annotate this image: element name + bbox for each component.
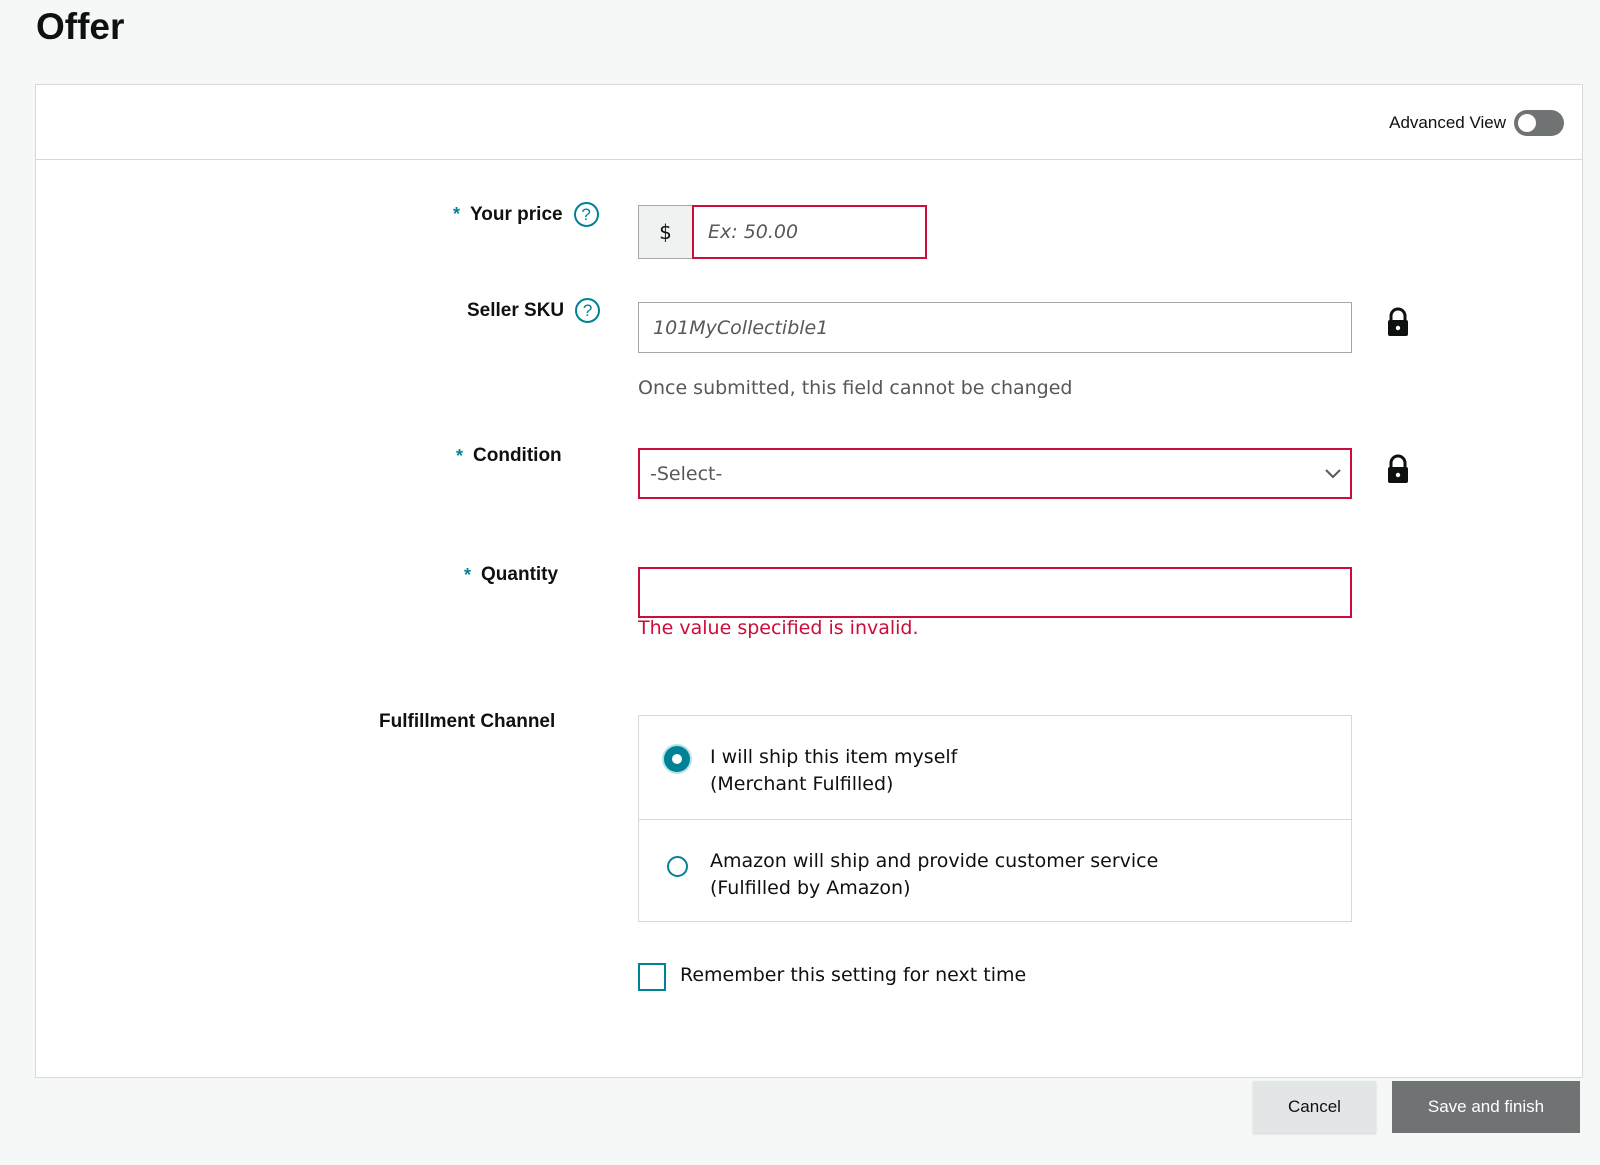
fulfillment-label-group: Fulfillment Channel: [379, 711, 555, 733]
fulfillment-option-merchant[interactable]: I will ship this item myself (Merchant F…: [639, 716, 1351, 819]
quantity-label: Quantity: [481, 564, 559, 585]
sku-hint: Once submitted, this field cannot be cha…: [638, 377, 1073, 399]
sku-input[interactable]: [638, 302, 1352, 353]
option-line2: (Fulfilled by Amazon): [710, 877, 911, 899]
remember-setting-checkbox[interactable]: [638, 963, 666, 991]
condition-label-group: * Condition: [456, 445, 562, 467]
radio-merchant-fulfilled[interactable]: [664, 746, 690, 772]
quantity-label-group: * Quantity: [464, 564, 558, 586]
fulfillment-options: I will ship this item myself (Merchant F…: [638, 715, 1352, 922]
sku-label-group: Seller SKU ?: [467, 298, 601, 323]
required-asterisk: *: [464, 564, 472, 585]
price-input[interactable]: [692, 205, 927, 259]
offer-card: Advanced View * Your price ? $ Seller SK…: [35, 84, 1583, 1078]
fulfillment-label: Fulfillment Channel: [379, 711, 556, 732]
chevron-down-icon: [1325, 469, 1341, 479]
advanced-view-control: Advanced View: [1389, 110, 1564, 136]
required-asterisk: *: [456, 445, 464, 466]
sku-label: Seller SKU: [467, 299, 565, 321]
required-asterisk: *: [453, 204, 461, 224]
save-and-finish-button[interactable]: Save and finish: [1392, 1081, 1580, 1133]
lock-icon: [1388, 307, 1408, 336]
advanced-view-toggle[interactable]: [1514, 110, 1564, 136]
option-line2: (Merchant Fulfilled): [710, 773, 894, 795]
help-icon[interactable]: ?: [575, 298, 601, 323]
currency-prefix: $: [638, 205, 692, 259]
fulfillment-option-text: I will ship this item myself (Merchant F…: [710, 744, 957, 798]
remember-setting-label: Remember this setting for next time: [680, 964, 1027, 986]
card-header: Advanced View: [36, 85, 1582, 160]
page-title: Offer: [36, 6, 125, 47]
price-label: Your price: [470, 203, 563, 225]
advanced-view-label: Advanced View: [1389, 113, 1506, 132]
help-icon[interactable]: ?: [573, 202, 599, 227]
option-line1: Amazon will ship and provide customer se…: [710, 850, 1159, 872]
price-label-group: * Your price ?: [453, 202, 599, 227]
condition-select[interactable]: -Select-: [638, 448, 1352, 499]
lock-icon: [1388, 454, 1408, 483]
condition-selected-value: -Select-: [650, 462, 723, 485]
radio-fulfilled-by-amazon[interactable]: [667, 856, 688, 877]
option-line1: I will ship this item myself: [710, 746, 958, 768]
quantity-input[interactable]: [638, 567, 1352, 618]
fulfillment-option-amazon[interactable]: Amazon will ship and provide customer se…: [639, 819, 1351, 922]
cancel-button[interactable]: Cancel: [1253, 1081, 1376, 1133]
quantity-error: The value specified is invalid.: [638, 617, 919, 639]
toggle-knob: [1518, 114, 1536, 132]
condition-label: Condition: [473, 445, 562, 466]
fulfillment-option-text: Amazon will ship and provide customer se…: [710, 848, 1158, 902]
